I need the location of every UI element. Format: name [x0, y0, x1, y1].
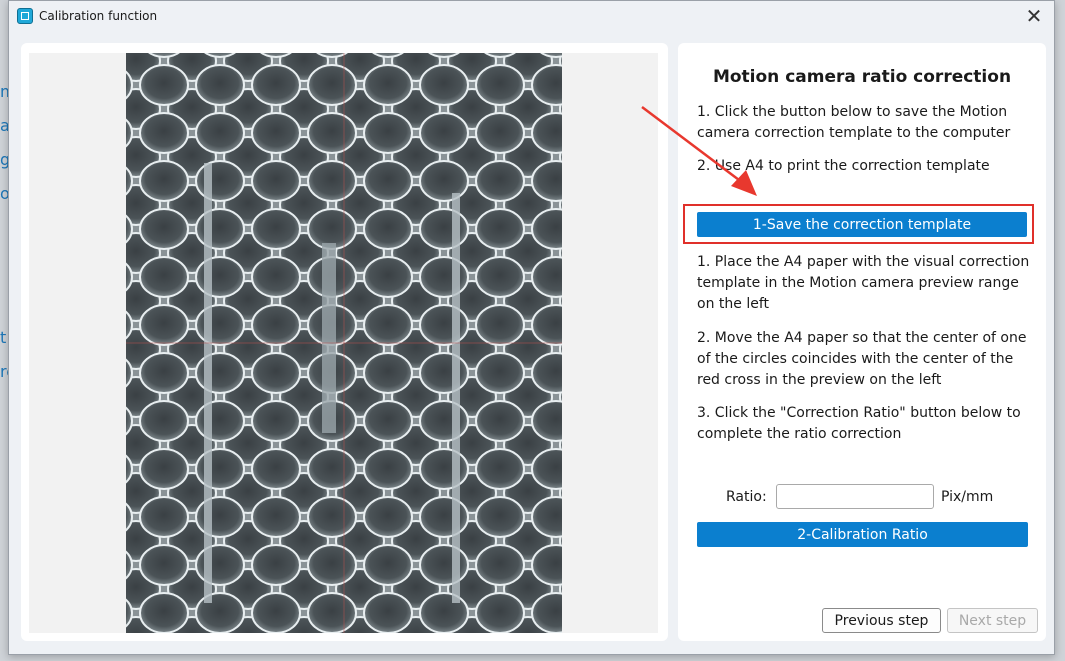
- previous-step-button[interactable]: Previous step: [822, 608, 941, 633]
- title-bar: Calibration function ✕: [9, 1, 1054, 33]
- calibration-instructions-panel: Motion camera ratio correction 1. Click …: [678, 43, 1046, 641]
- calibration-dialog: Calibration function ✕ Motion camera rat…: [8, 0, 1055, 655]
- instruction-click-correction: 3. Click the "Correction Ratio" button b…: [697, 405, 1021, 442]
- instruction-save-template: 1. Click the button below to save the Mo…: [697, 104, 1011, 141]
- next-step-button[interactable]: Next step: [947, 608, 1038, 633]
- instruction-place-paper: 1. Place the A4 paper with the visual co…: [697, 254, 1030, 312]
- window-title: Calibration function: [39, 9, 158, 23]
- honeycomb-grid-image: [126, 53, 562, 633]
- calibration-ratio-button[interactable]: 2-Calibration Ratio: [697, 522, 1028, 547]
- save-template-button[interactable]: 1-Save the correction template: [697, 212, 1027, 237]
- camera-preview-image: [126, 53, 562, 633]
- camera-preview-area: [29, 53, 658, 633]
- ratio-input[interactable]: [776, 484, 934, 509]
- instruction-align-circle: 2. Move the A4 paper so that the center …: [697, 330, 1027, 388]
- instruction-print-template: 2. Use A4 to print the correction templa…: [697, 158, 990, 174]
- panel-heading: Motion camera ratio correction: [712, 67, 1012, 87]
- camera-preview-panel: [21, 43, 668, 641]
- app-icon: [17, 8, 33, 24]
- close-button[interactable]: ✕: [1020, 3, 1048, 31]
- background-fragment: t: [0, 328, 7, 347]
- ratio-unit-label: Pix/mm: [941, 489, 994, 505]
- ratio-label: Ratio:: [726, 489, 767, 505]
